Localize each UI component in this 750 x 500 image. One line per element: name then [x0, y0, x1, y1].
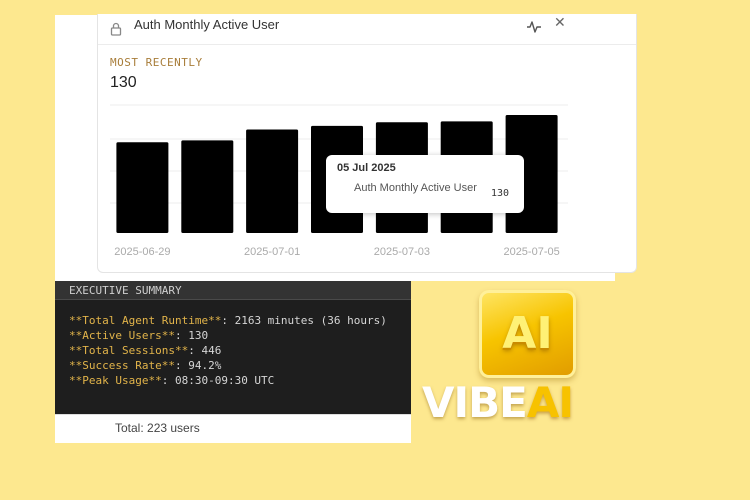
summary-value: : 2163 minutes (36 hours) — [221, 314, 387, 327]
summary-line-users: **Active Users**: 130 — [69, 329, 208, 342]
summary-line-peak: **Peak Usage**: 08:30-09:30 UTC — [69, 374, 274, 387]
chart-bar[interactable] — [246, 129, 299, 234]
x-tick-label: 2025-07-05 — [503, 246, 559, 258]
summary-key: **Peak Usage** — [69, 374, 162, 387]
logo-badge-text: AI — [502, 308, 553, 359]
summary-value: : 08:30-09:30 UTC — [161, 374, 275, 387]
terminal-heading: EXECUTIVE SUMMARY — [55, 281, 411, 300]
summary-line-success: **Success Rate**: 94.2% — [69, 359, 221, 372]
summary-value: : 94.2% — [174, 359, 222, 372]
summary-value: : 446 — [188, 344, 222, 357]
chart-card-panel: Auth Monthly Active User ✕ MOST RECENTLY… — [55, 14, 637, 281]
bar-chart: 2025-06-29 2025-07-01 2025-07-03 2025-07-05 — [110, 104, 568, 258]
summary-line-runtime: **Total Agent Runtime**: 2163 minutes (3… — [69, 314, 387, 327]
tooltip-series-name: Auth Monthly Active User — [354, 182, 477, 194]
x-tick-label: 2025-07-03 — [374, 246, 430, 258]
summary-line-sessions: **Total Sessions**: 446 — [69, 344, 221, 357]
tooltip-value: 130 — [491, 188, 510, 199]
x-tick-label: 2025-07-01 — [244, 246, 300, 258]
chart-bar[interactable] — [116, 142, 169, 233]
chart-card: Auth Monthly Active User ✕ MOST RECENTLY… — [97, 14, 637, 273]
chart-bar[interactable] — [181, 140, 234, 233]
users-total-bar: Total: 223 users — [55, 414, 411, 443]
summary-key: **Success Rate** — [69, 359, 175, 372]
terminal-panel: EXECUTIVE SUMMARY **Total Agent Runtime*… — [55, 281, 411, 414]
x-tick-label: 2025-06-29 — [114, 246, 170, 258]
logo-word-ai: AI — [526, 378, 574, 427]
vibe-ai-logo-badge: AI — [479, 290, 576, 378]
chart-tooltip: 05 Jul 2025 Auth Monthly Active User 130 — [326, 155, 524, 213]
summary-key: **Active Users** — [69, 329, 175, 342]
logo-word-vibe: VIBE — [422, 378, 528, 427]
tooltip-date: 05 Jul 2025 — [337, 162, 396, 174]
summary-key: **Total Agent Runtime** — [69, 314, 222, 327]
summary-value: : 130 — [174, 329, 209, 342]
summary-key: **Total Sessions** — [69, 344, 189, 357]
users-total: Total: 223 users — [115, 421, 200, 435]
vibe-ai-wordmark: VIBEAI — [422, 378, 574, 428]
